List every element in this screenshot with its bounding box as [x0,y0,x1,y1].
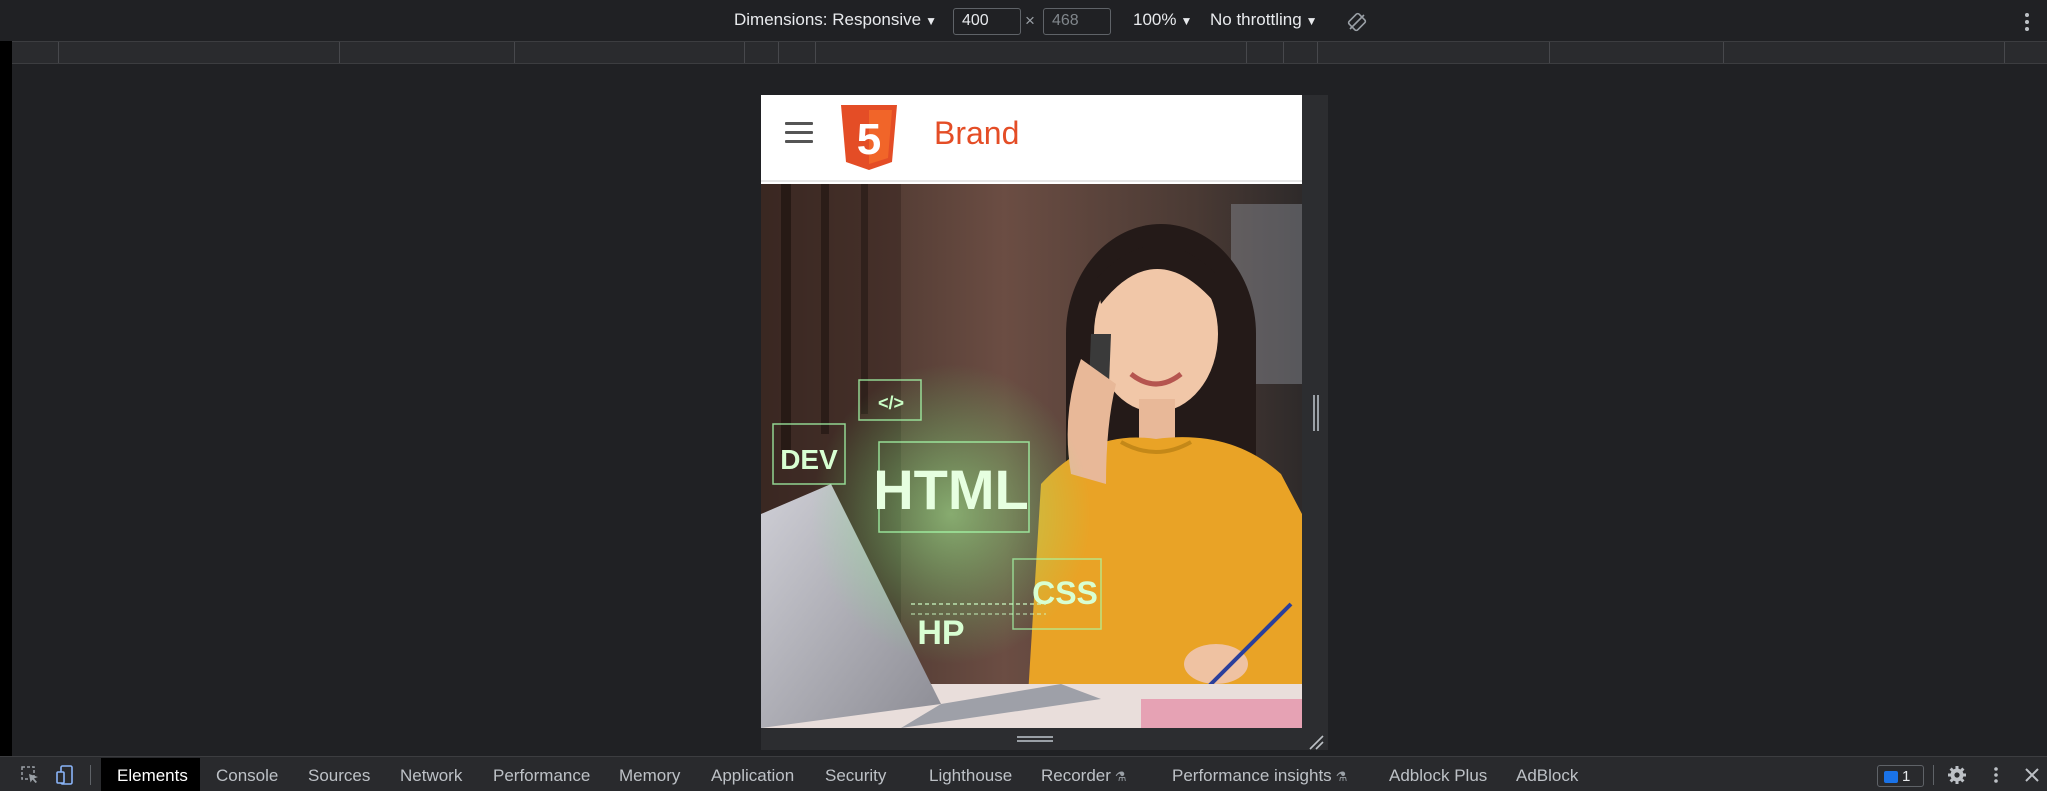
ruler-segment [815,42,816,63]
experiment-flask-icon: ⚗ [1114,769,1127,784]
height-input[interactable]: 468 [1043,8,1111,35]
html5-logo[interactable]: 5 [838,104,900,172]
tab-application[interactable]: Application [711,766,794,786]
grip-vertical-icon [1313,395,1319,431]
width-input[interactable]: 400 [953,8,1021,35]
throttling-label: No throttling [1210,10,1302,29]
ruler-segment [744,42,745,63]
more-options-icon[interactable] [1986,765,2006,785]
tab-security[interactable]: Security [825,766,886,786]
ruler-segment [339,42,340,63]
hero-image: </> DEV HTML CSS HP [761,184,1302,728]
hero-tag-css: CSS [1032,575,1098,611]
device-viewport: 5 Brand </> DEV HTML CSS HP [761,95,1302,728]
divider [90,765,91,785]
settings-gear-icon[interactable] [1947,765,1967,785]
hamburger-menu-icon[interactable] [785,122,813,146]
tab-recorder-label: Recorder [1041,766,1111,785]
caret-down-icon: ▼ [1305,14,1318,28]
hero-tag-dev: DEV [780,444,838,475]
close-icon[interactable] [2022,765,2042,785]
devtools-tab-bar: Elements Console Sources Network Perform… [0,756,2047,791]
hero-tag-code: </> [878,393,904,413]
issues-count: 1 [1902,768,1911,785]
hero-tag-html: HTML [873,458,1029,521]
ruler-segment [58,42,59,63]
height-resize-handle[interactable] [761,728,1328,750]
width-resize-handle[interactable] [1302,95,1328,750]
tab-memory[interactable]: Memory [619,766,680,786]
corner-resize-icon[interactable] [1308,734,1324,750]
device-toggle-icon[interactable] [55,765,75,785]
dimensions-label: Dimensions: Responsive [734,10,922,29]
times-symbol: × [1025,11,1035,30]
message-icon [1884,771,1898,784]
media-query-bar[interactable] [12,41,2047,64]
tab-performance-insights-label: Performance insights [1172,766,1332,785]
tab-sources[interactable]: Sources [308,766,370,786]
tab-console[interactable]: Console [216,766,278,786]
tab-recorder[interactable]: Recorder ⚗ [1041,766,1127,786]
ruler-segment [1246,42,1247,63]
divider [1933,765,1934,785]
grip-horizontal-icon [1017,736,1053,742]
tab-performance-insights[interactable]: Performance insights ⚗ [1172,766,1347,786]
tab-adblock[interactable]: AdBlock [1516,766,1578,786]
ruler-segment [514,42,515,63]
brand-name[interactable]: Brand [934,115,1019,152]
device-toolbar: Dimensions: Responsive ▼ 400 × 468 100% ▼ … [0,0,2047,41]
ruler-segment [2004,42,2005,63]
hero-tag-php: HP [917,614,964,652]
tab-lighthouse[interactable]: Lighthouse [929,766,1012,786]
zoom-label: 100% [1133,10,1177,29]
experiment-flask-icon: ⚗ [1335,769,1348,784]
navbar: 5 Brand [761,95,1302,182]
inspect-element-icon[interactable] [20,765,40,785]
tab-network[interactable]: Network [400,766,462,786]
caret-down-icon: ▼ [1180,14,1193,28]
issues-badge[interactable]: 1 [1877,765,1924,787]
throttling-dropdown[interactable]: No throttling ▼ [1210,10,1318,30]
zoom-dropdown[interactable]: 100% ▼ [1133,10,1192,30]
left-edge-strip [0,0,12,791]
ruler-segment [1283,42,1284,63]
tab-elements[interactable]: Elements [117,766,188,786]
tab-performance[interactable]: Performance [493,766,590,786]
logo-digit: 5 [857,115,881,164]
ruler-segment [1723,42,1724,63]
rotate-icon[interactable] [1347,12,1367,32]
ruler-segment [1549,42,1550,63]
more-options-icon[interactable] [2024,12,2030,32]
ruler-segment [1317,42,1318,63]
dimensions-dropdown[interactable]: Dimensions: Responsive ▼ [734,10,937,30]
caret-down-icon: ▼ [925,14,937,28]
tab-adblock-plus[interactable]: Adblock Plus [1389,766,1487,786]
ruler-segment [778,42,779,63]
